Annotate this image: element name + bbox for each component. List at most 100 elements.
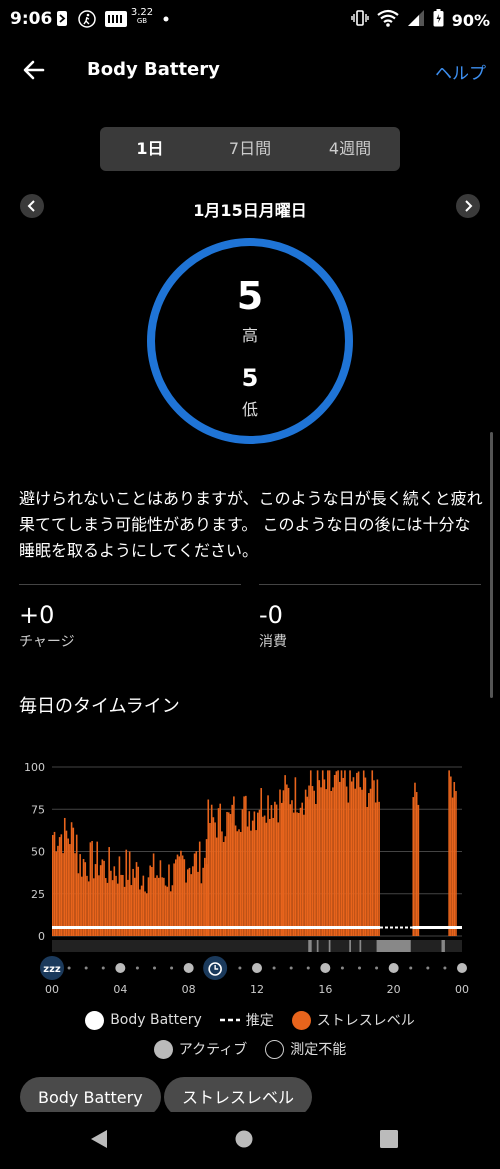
battery-level: 90% (451, 10, 490, 30)
stress-bar (347, 802, 350, 936)
activity-mark (441, 940, 445, 952)
y-tick-label: 75 (31, 803, 45, 816)
stress-bar (186, 869, 189, 936)
scrollbar[interactable] (490, 432, 493, 698)
stress-bar (239, 831, 242, 936)
legend-body-battery-label: Body Battery (110, 1012, 202, 1028)
stress-bar (451, 797, 454, 936)
stress-bar (248, 811, 251, 936)
timeline-minor-dot (84, 966, 88, 970)
stress-bar (212, 817, 215, 936)
nav-back-button[interactable] (90, 1129, 108, 1153)
stress-bar (267, 795, 269, 936)
stress-bar (231, 822, 233, 936)
timeline-major-dot (388, 963, 399, 973)
back-button[interactable] (20, 56, 48, 84)
stress-bar (69, 844, 71, 936)
stress-bar (149, 865, 151, 936)
stress-bar (227, 812, 230, 936)
stress-bar (284, 775, 286, 936)
legend-active: アクティブ (153, 1039, 247, 1059)
x-tick-label: 20 (387, 983, 401, 996)
stress-bar (453, 782, 456, 936)
stress-bar (368, 793, 370, 936)
stress-bar (344, 770, 346, 936)
stress-bar (373, 780, 375, 936)
stress-bar (188, 867, 191, 936)
stress-bar (103, 860, 105, 936)
timeline-chart: 100755025000 04 08 12 16 20 00zzz (24, 761, 469, 996)
y-tick-label: 0 (38, 930, 45, 943)
stress-bar (330, 790, 333, 936)
stress-bar (369, 788, 372, 936)
stress-bar (125, 849, 128, 936)
stress-bar (192, 866, 194, 936)
x-tick-label: 00 (45, 983, 59, 996)
stress-bar (180, 850, 182, 936)
stress-bar (309, 770, 312, 936)
stress-bar (455, 791, 457, 936)
tab-4-weeks[interactable]: 4週間 (300, 127, 400, 171)
stress-bar (195, 851, 198, 936)
stress-bar (65, 830, 68, 936)
stress-level-chip[interactable]: ストレスレベル (164, 1077, 313, 1117)
data-usage-indicator: 3.22 GB (131, 8, 153, 25)
insight-description: 避けられないことはありますが、このような日が長く続くと疲れ果ててしまう可能性があ… (19, 489, 483, 560)
stress-bar (253, 811, 256, 936)
tab-1-day[interactable]: 1日 (100, 127, 200, 171)
stress-bar (241, 809, 244, 936)
recents-square-icon (380, 1130, 398, 1148)
stress-bar (448, 770, 450, 936)
stress-bar (207, 799, 210, 936)
dashed-line-icon (219, 1018, 240, 1022)
status-right: 90% (351, 9, 490, 31)
stress-bar (70, 822, 73, 936)
notification-icon (56, 10, 68, 27)
stress-bar (361, 789, 363, 936)
stress-bar (57, 845, 59, 936)
hollow-dot-icon (265, 1039, 285, 1059)
data-usage-unit: GB (136, 17, 148, 25)
stress-bar (316, 770, 319, 936)
date-navigator: 1月15日月曜日 (0, 194, 500, 220)
low-value: 5 (241, 364, 259, 392)
stress-bar (91, 840, 93, 936)
stress-bar (335, 771, 338, 936)
low-label: 低 (241, 400, 258, 419)
walking-icon (78, 9, 96, 28)
help-link[interactable]: ヘルプ (435, 59, 486, 84)
timeline-minor-dot (170, 966, 174, 970)
stress-bar (245, 795, 247, 936)
stress-bar (94, 864, 97, 936)
stress-bar (175, 859, 177, 936)
timeline-minor-dot (67, 966, 71, 970)
activity-mark (308, 940, 312, 952)
stress-bar (417, 804, 420, 936)
timeline-minor-dot (101, 966, 105, 970)
stress-bar (450, 776, 452, 936)
stress-bar (414, 782, 416, 936)
legend-body-battery: Body Battery (85, 1010, 202, 1030)
body-battery-chip[interactable]: Body Battery (20, 1077, 161, 1117)
stress-bar (359, 787, 362, 936)
stress-bar (145, 893, 148, 936)
y-tick-label: 50 (31, 846, 45, 859)
stress-bar (219, 803, 222, 936)
stress-bar (229, 814, 232, 936)
stress-bar (144, 891, 146, 936)
nav-recents-button[interactable] (380, 1130, 398, 1152)
stress-bar (224, 836, 227, 936)
stress-bar (96, 841, 99, 936)
next-day-button[interactable] (456, 194, 480, 218)
battery-icon (433, 9, 444, 31)
stress-bar (168, 864, 170, 936)
nav-home-button[interactable] (235, 1130, 253, 1152)
stress-bar (257, 812, 259, 936)
stress-bar (275, 804, 278, 936)
tab-7-days[interactable]: 7日間 (200, 127, 300, 171)
drain-value: -0 (259, 601, 283, 629)
legend-estimate-label: 推定 (245, 1013, 274, 1029)
stress-bar (60, 834, 63, 936)
stress-bar (84, 862, 87, 936)
stress-bar (137, 866, 140, 936)
